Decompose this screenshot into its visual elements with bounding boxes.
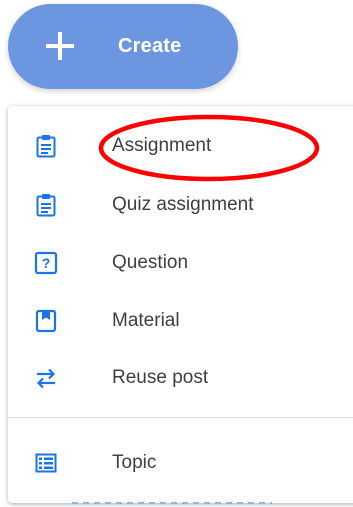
menu-item-label: Reuse post [112, 367, 209, 388]
menu-divider [8, 417, 353, 418]
menu-item-label: Topic [112, 452, 157, 473]
menu-item-question[interactable]: ? Question [8, 236, 353, 290]
topic-icon [35, 453, 57, 473]
menu-item-assignment[interactable]: Assignment [8, 119, 353, 173]
quiz-assignment-icon [36, 194, 56, 217]
create-button[interactable]: Create [8, 4, 238, 89]
question-icon: ? [34, 251, 58, 275]
create-menu: Assignment Quiz assignment ? Question Ma… [8, 106, 353, 503]
svg-text:?: ? [42, 255, 51, 271]
reuse-post-icon [36, 368, 56, 389]
create-button-label: Create [118, 35, 182, 57]
menu-item-material[interactable]: Material [8, 294, 353, 348]
material-icon [35, 309, 57, 333]
menu-item-topic[interactable]: Topic [8, 436, 353, 490]
bottom-partial-element [72, 502, 272, 504]
menu-item-label: Question [112, 252, 189, 273]
menu-item-reuse-post[interactable]: Reuse post [8, 351, 353, 405]
assignment-icon [36, 135, 56, 158]
menu-item-label: Quiz assignment [112, 194, 254, 215]
screen: Create Assignment Quiz assignment ? Ques… [0, 0, 353, 507]
plus-icon [46, 32, 74, 60]
menu-item-quiz-assignment[interactable]: Quiz assignment [8, 178, 353, 232]
menu-item-label: Material [112, 310, 180, 331]
menu-item-label: Assignment [112, 135, 212, 156]
